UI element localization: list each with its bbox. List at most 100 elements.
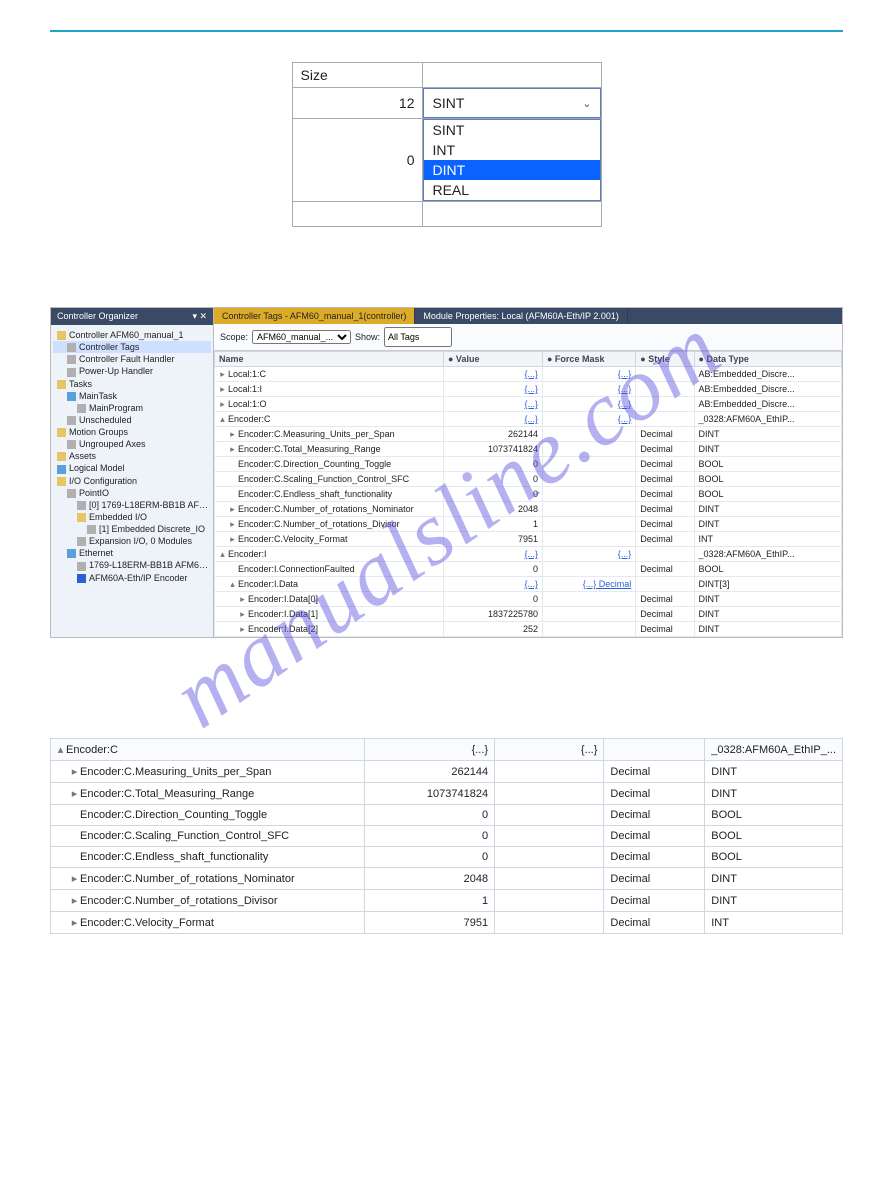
force-mask[interactable]: {...} (543, 382, 636, 397)
style-cell[interactable]: Decimal (604, 761, 705, 783)
tree-node[interactable]: Motion Groups (53, 426, 211, 438)
expand-icon[interactable]: ▸ (229, 534, 236, 545)
force-mask[interactable]: {...} (543, 397, 636, 412)
tree-node[interactable]: Assets (53, 450, 211, 462)
tag-value[interactable]: 0 (444, 487, 543, 502)
tag-value[interactable]: 2048 (364, 868, 494, 890)
tag-value[interactable]: 1837225780 (444, 607, 543, 622)
expand-icon[interactable]: ▸ (71, 787, 78, 800)
datatype-option-sint[interactable]: SINT (424, 120, 599, 140)
style-cell[interactable]: Decimal (636, 502, 694, 517)
force-mask[interactable]: {...} (495, 739, 604, 761)
force-mask[interactable] (543, 427, 636, 442)
tag-value[interactable]: {...} (444, 412, 543, 427)
tree-node[interactable]: [1] Embedded Discrete_IO (53, 523, 211, 535)
tree-node[interactable]: Logical Model (53, 462, 211, 474)
force-mask[interactable] (543, 487, 636, 502)
style-cell[interactable]: Decimal (636, 517, 694, 532)
style-cell[interactable]: Decimal (604, 847, 705, 868)
tag-value[interactable]: {...} (444, 547, 543, 562)
force-mask[interactable] (543, 622, 636, 637)
style-cell[interactable]: Decimal (636, 472, 694, 487)
force-mask[interactable] (543, 607, 636, 622)
expand-icon[interactable]: ▸ (229, 429, 236, 440)
tag-value[interactable]: 252 (444, 622, 543, 637)
tag-value[interactable]: {...} (444, 367, 543, 382)
style-cell[interactable] (604, 739, 705, 761)
tag-value[interactable]: 262144 (444, 427, 543, 442)
tree-node[interactable]: PointIO (53, 487, 211, 499)
style-cell[interactable] (636, 577, 694, 592)
tree-node[interactable]: Tasks (53, 378, 211, 390)
force-mask[interactable] (543, 592, 636, 607)
tree-node[interactable]: Controller AFM60_manual_1 (53, 329, 211, 341)
style-cell[interactable]: Decimal (604, 805, 705, 826)
tag-value[interactable]: 0 (444, 592, 543, 607)
tag-value[interactable]: 0 (364, 826, 494, 847)
tag-value[interactable]: 262144 (364, 761, 494, 783)
expand-icon[interactable]: ▸ (219, 384, 226, 395)
tag-value[interactable]: 7951 (364, 912, 494, 934)
datatype-dropdown-open[interactable]: SINTINTDINTREAL (423, 119, 600, 201)
grid-row[interactable]: ▸Local:1:I{...}{...}AB:Embedded_Discre..… (215, 382, 842, 397)
style-cell[interactable]: Decimal (604, 890, 705, 912)
detail-row[interactable]: Encoder:C.Endless_shaft_functionality0De… (51, 847, 843, 868)
expand-icon[interactable]: ▸ (239, 624, 246, 635)
tag-value[interactable]: 0 (444, 457, 543, 472)
force-mask[interactable] (495, 826, 604, 847)
style-cell[interactable]: Decimal (636, 592, 694, 607)
grid-row[interactable]: ▸Encoder:C.Number_of_rotations_Divisor1D… (215, 517, 842, 532)
force-mask[interactable] (495, 912, 604, 934)
style-cell[interactable]: Decimal (604, 868, 705, 890)
grid-row[interactable]: ▸Encoder:I.Data[1]1837225780DecimalDINT (215, 607, 842, 622)
expand-icon[interactable]: ▸ (239, 609, 246, 620)
force-mask[interactable]: {...} Decimal (543, 577, 636, 592)
style-cell[interactable]: Decimal (636, 562, 694, 577)
grid-header[interactable]: Name (215, 352, 444, 367)
expand-icon[interactable]: ▸ (239, 594, 246, 605)
tree-node[interactable]: Power-Up Handler (53, 365, 211, 377)
expand-icon[interactable]: ▸ (229, 444, 236, 455)
grid-row[interactable]: ▴Encoder:C{...}{...}_0328:AFM60A_EthIP..… (215, 412, 842, 427)
tag-value[interactable]: {...} (444, 397, 543, 412)
tag-value[interactable]: 1 (444, 517, 543, 532)
grid-row[interactable]: ▴Encoder:I{...}{...}_0328:AFM60A_EthIP..… (215, 547, 842, 562)
grid-header[interactable]: ● Style (636, 352, 694, 367)
force-mask[interactable] (543, 472, 636, 487)
style-cell[interactable]: Decimal (636, 532, 694, 547)
tag-value[interactable]: 0 (364, 805, 494, 826)
detail-row[interactable]: ▸Encoder:C.Number_of_rotations_Divisor1D… (51, 890, 843, 912)
style-cell[interactable] (636, 397, 694, 412)
tree-node[interactable]: Controller Tags (53, 341, 211, 353)
force-mask[interactable] (543, 457, 636, 472)
tree-node[interactable]: MainProgram (53, 402, 211, 414)
size-cell-1[interactable]: 0 (292, 119, 423, 202)
style-cell[interactable] (636, 547, 694, 562)
expand-icon[interactable]: ▸ (71, 916, 78, 929)
detail-row[interactable]: Encoder:C.Direction_Counting_Toggle0Deci… (51, 805, 843, 826)
grid-row[interactable]: ▸Local:1:O{...}{...}AB:Embedded_Discre..… (215, 397, 842, 412)
show-filter-input[interactable] (384, 327, 452, 347)
style-cell[interactable] (636, 367, 694, 382)
grid-header[interactable]: ● Value (444, 352, 543, 367)
tree-node[interactable]: Ungrouped Axes (53, 438, 211, 450)
tag-value[interactable]: 2048 (444, 502, 543, 517)
force-mask[interactable] (543, 517, 636, 532)
expand-icon[interactable]: ▸ (71, 765, 78, 778)
grid-row[interactable]: Encoder:C.Scaling_Function_Control_SFC0D… (215, 472, 842, 487)
grid-row[interactable]: ▸Encoder:C.Total_Measuring_Range10737418… (215, 442, 842, 457)
expand-icon[interactable]: ▸ (71, 872, 78, 885)
force-mask[interactable]: {...} (543, 412, 636, 427)
style-cell[interactable]: Decimal (604, 783, 705, 805)
expand-icon[interactable]: ▸ (219, 399, 226, 410)
force-mask[interactable] (543, 562, 636, 577)
tag-value[interactable]: {...} (444, 577, 543, 592)
style-cell[interactable]: Decimal (636, 487, 694, 502)
expand-icon[interactable]: ▸ (71, 894, 78, 907)
encoder-config-detail-table[interactable]: ▴Encoder:C{...}{...}_0328:AFM60A_EthIP_.… (50, 738, 843, 934)
tree-node[interactable]: Ethernet (53, 547, 211, 559)
datatype-option-real[interactable]: REAL (424, 180, 599, 200)
force-mask[interactable] (495, 805, 604, 826)
expand-icon[interactable]: ▸ (229, 504, 236, 515)
tag-value[interactable]: 1073741824 (444, 442, 543, 457)
